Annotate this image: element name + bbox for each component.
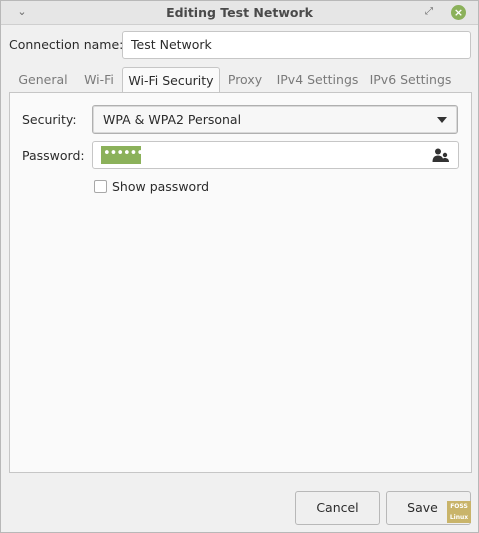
- watermark-line2: Linux: [449, 514, 469, 521]
- watermark-line1: FOSS: [450, 503, 468, 510]
- dialog-window: ⌄ Editing Test Network ⤢ × Connection na…: [0, 0, 479, 533]
- show-password-checkbox[interactable]: [94, 180, 107, 193]
- password-label: Password:: [22, 148, 85, 163]
- security-dropdown-value: WPA & WPA2 Personal: [103, 112, 242, 127]
- tab-wifi[interactable]: Wi-Fi: [77, 67, 121, 93]
- save-button-label: Save: [407, 500, 438, 515]
- tab-ipv6-settings[interactable]: IPv6 Settings: [364, 67, 457, 93]
- connection-name-label: Connection name:: [9, 37, 124, 52]
- tab-bar: General Wi-Fi Wi-Fi Security Proxy IPv4 …: [9, 67, 472, 93]
- security-dropdown[interactable]: WPA & WPA2 Personal: [92, 105, 458, 134]
- password-masked-value: ••••••••: [101, 146, 157, 164]
- tab-ipv4-settings[interactable]: IPv4 Settings: [271, 67, 364, 93]
- wifi-security-panel: Security: WPA & WPA2 Personal Password: …: [9, 92, 472, 473]
- cancel-button[interactable]: Cancel: [295, 491, 380, 525]
- tab-general[interactable]: General: [9, 67, 77, 93]
- password-field[interactable]: ••••••••: [92, 141, 459, 169]
- window-title: Editing Test Network: [166, 5, 313, 20]
- connection-name-input[interactable]: Test Network: [122, 31, 471, 59]
- watermark-logo: FOSS Linux: [447, 501, 471, 523]
- tab-proxy[interactable]: Proxy: [220, 67, 270, 93]
- user-password-icon[interactable]: [432, 147, 450, 163]
- show-password-label: Show password: [112, 179, 210, 194]
- close-icon[interactable]: ×: [451, 5, 466, 20]
- tab-wifi-security[interactable]: Wi-Fi Security: [122, 67, 220, 93]
- restore-icon[interactable]: ⤢: [422, 5, 436, 19]
- security-label: Security:: [22, 112, 77, 127]
- dropdown-arrow-icon: [437, 117, 447, 123]
- title-bar[interactable]: ⌄ Editing Test Network ⤢ ×: [1, 1, 478, 25]
